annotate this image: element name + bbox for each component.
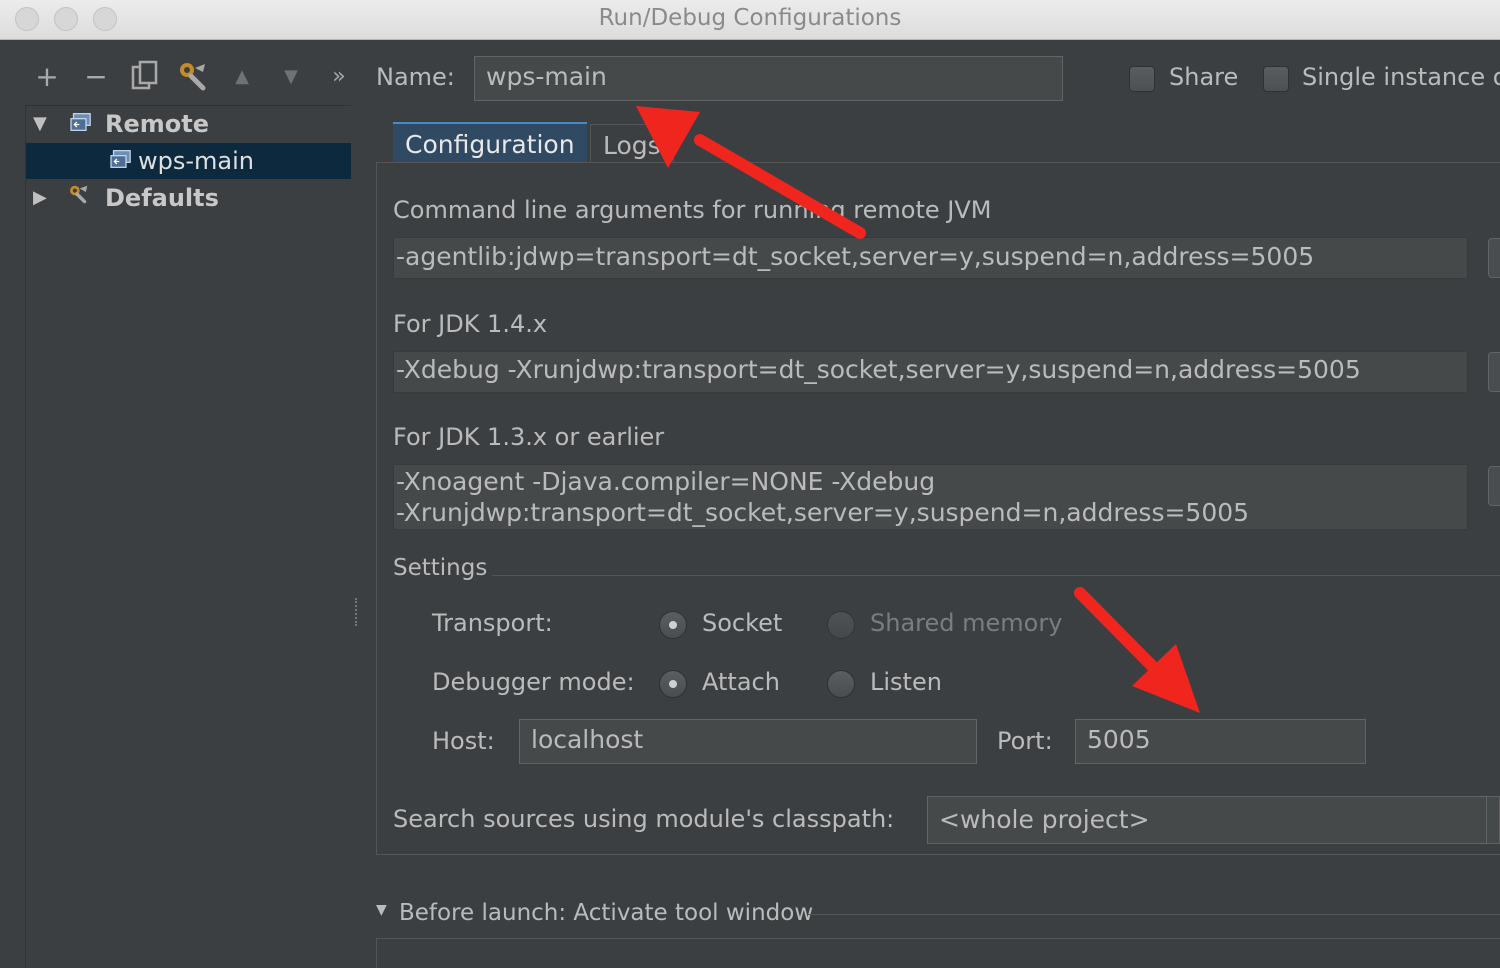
socket-radio[interactable] xyxy=(659,611,687,639)
listen-label: Listen xyxy=(870,668,942,696)
jdk13-label: For JDK 1.3.x or earlier xyxy=(393,423,665,451)
before-launch-collapse-icon[interactable]: ▼ xyxy=(376,902,387,918)
before-launch-list xyxy=(376,938,1500,968)
share-label: Share xyxy=(1169,63,1239,91)
jdk13-field[interactable]: -Xnoagent -Djava.compiler=NONE -Xdebug -… xyxy=(393,464,1468,530)
arrow-up-icon[interactable]: ▲ xyxy=(225,60,259,94)
before-launch-separator xyxy=(808,914,1500,915)
tab-configuration[interactable]: Configuration xyxy=(393,122,587,164)
classpath-selected-value: <whole project> xyxy=(939,805,1150,834)
remote-config-icon xyxy=(70,113,91,131)
cmd-args-field[interactable]: -agentlib:jdwp=transport=dt_socket,serve… xyxy=(393,237,1468,279)
expand-arrow-icon[interactable]: ▼ xyxy=(33,106,47,142)
window-titlebar: Run/Debug Configurations xyxy=(0,0,1500,40)
debugger-mode-label: Debugger mode: xyxy=(432,668,635,696)
settings-section-label: Settings xyxy=(393,555,488,581)
cmd-args-expand-button[interactable] xyxy=(1488,238,1500,278)
port-label: Port: xyxy=(997,727,1053,755)
tree-item-defaults[interactable]: ▶ Defaults xyxy=(26,180,351,216)
configuration-tree: ▼ Remote wps-main ▶ Defaults xyxy=(25,105,351,968)
tree-item-label: Remote xyxy=(105,110,210,138)
port-input[interactable]: 5005 xyxy=(1075,719,1366,764)
socket-label: Socket xyxy=(702,609,783,637)
single-instance-label: Single instance o xyxy=(1302,63,1500,91)
plus-icon[interactable]: + xyxy=(30,60,64,94)
jdk14-field[interactable]: -Xdebug -Xrunjdwp:transport=dt_socket,se… xyxy=(393,351,1468,393)
remote-config-icon xyxy=(110,150,131,168)
more-actions-icon[interactable]: » xyxy=(322,60,356,94)
classpath-label: Search sources using module's classpath: xyxy=(393,805,895,833)
tab-logs[interactable]: Logs xyxy=(590,124,674,164)
jdk14-label: For JDK 1.4.x xyxy=(393,310,548,338)
attach-radio[interactable] xyxy=(659,670,687,698)
collapse-arrow-icon[interactable]: ▶ xyxy=(33,180,47,216)
wrench-icon[interactable] xyxy=(176,60,210,100)
host-label: Host: xyxy=(432,727,495,755)
jdk13-expand-button[interactable] xyxy=(1488,466,1500,506)
tree-item-remote[interactable]: ▼ Remote xyxy=(26,106,351,142)
jdk13-line: -Xnoagent -Djava.compiler=NONE -Xdebug xyxy=(396,467,936,496)
shared-memory-radio[interactable] xyxy=(827,611,855,639)
tree-item-wps-main[interactable]: wps-main xyxy=(26,143,351,179)
shared-memory-label: Shared memory xyxy=(870,609,1063,637)
transport-label: Transport: xyxy=(432,609,553,637)
classpath-select[interactable]: <whole project> xyxy=(927,796,1500,844)
window-title: Run/Debug Configurations xyxy=(598,5,902,31)
jdk14-expand-button[interactable] xyxy=(1488,352,1500,392)
settings-separator xyxy=(492,575,1500,576)
arrow-down-icon[interactable]: ▼ xyxy=(274,60,308,94)
before-launch-label: Before launch: Activate tool window xyxy=(399,900,814,926)
defaults-wrench-icon xyxy=(70,185,88,204)
combo-divider xyxy=(1486,797,1487,843)
tree-item-label: Defaults xyxy=(105,184,219,212)
panel-splitter[interactable] xyxy=(355,598,361,626)
share-checkbox[interactable] xyxy=(1129,66,1155,92)
single-instance-checkbox[interactable] xyxy=(1263,66,1289,92)
jdk13-line: -Xrunjdwp:transport=dt_socket,server=y,s… xyxy=(396,498,1250,527)
attach-label: Attach xyxy=(702,668,780,696)
name-input[interactable]: wps-main xyxy=(474,56,1063,101)
listen-radio[interactable] xyxy=(827,670,855,698)
minus-icon[interactable]: − xyxy=(79,60,113,94)
cmd-args-label: Command line arguments for running remot… xyxy=(393,196,992,224)
name-label: Name: xyxy=(376,63,455,91)
host-input[interactable]: localhost xyxy=(519,719,977,764)
copy-icon[interactable] xyxy=(128,60,162,100)
tree-item-label: wps-main xyxy=(138,147,254,175)
